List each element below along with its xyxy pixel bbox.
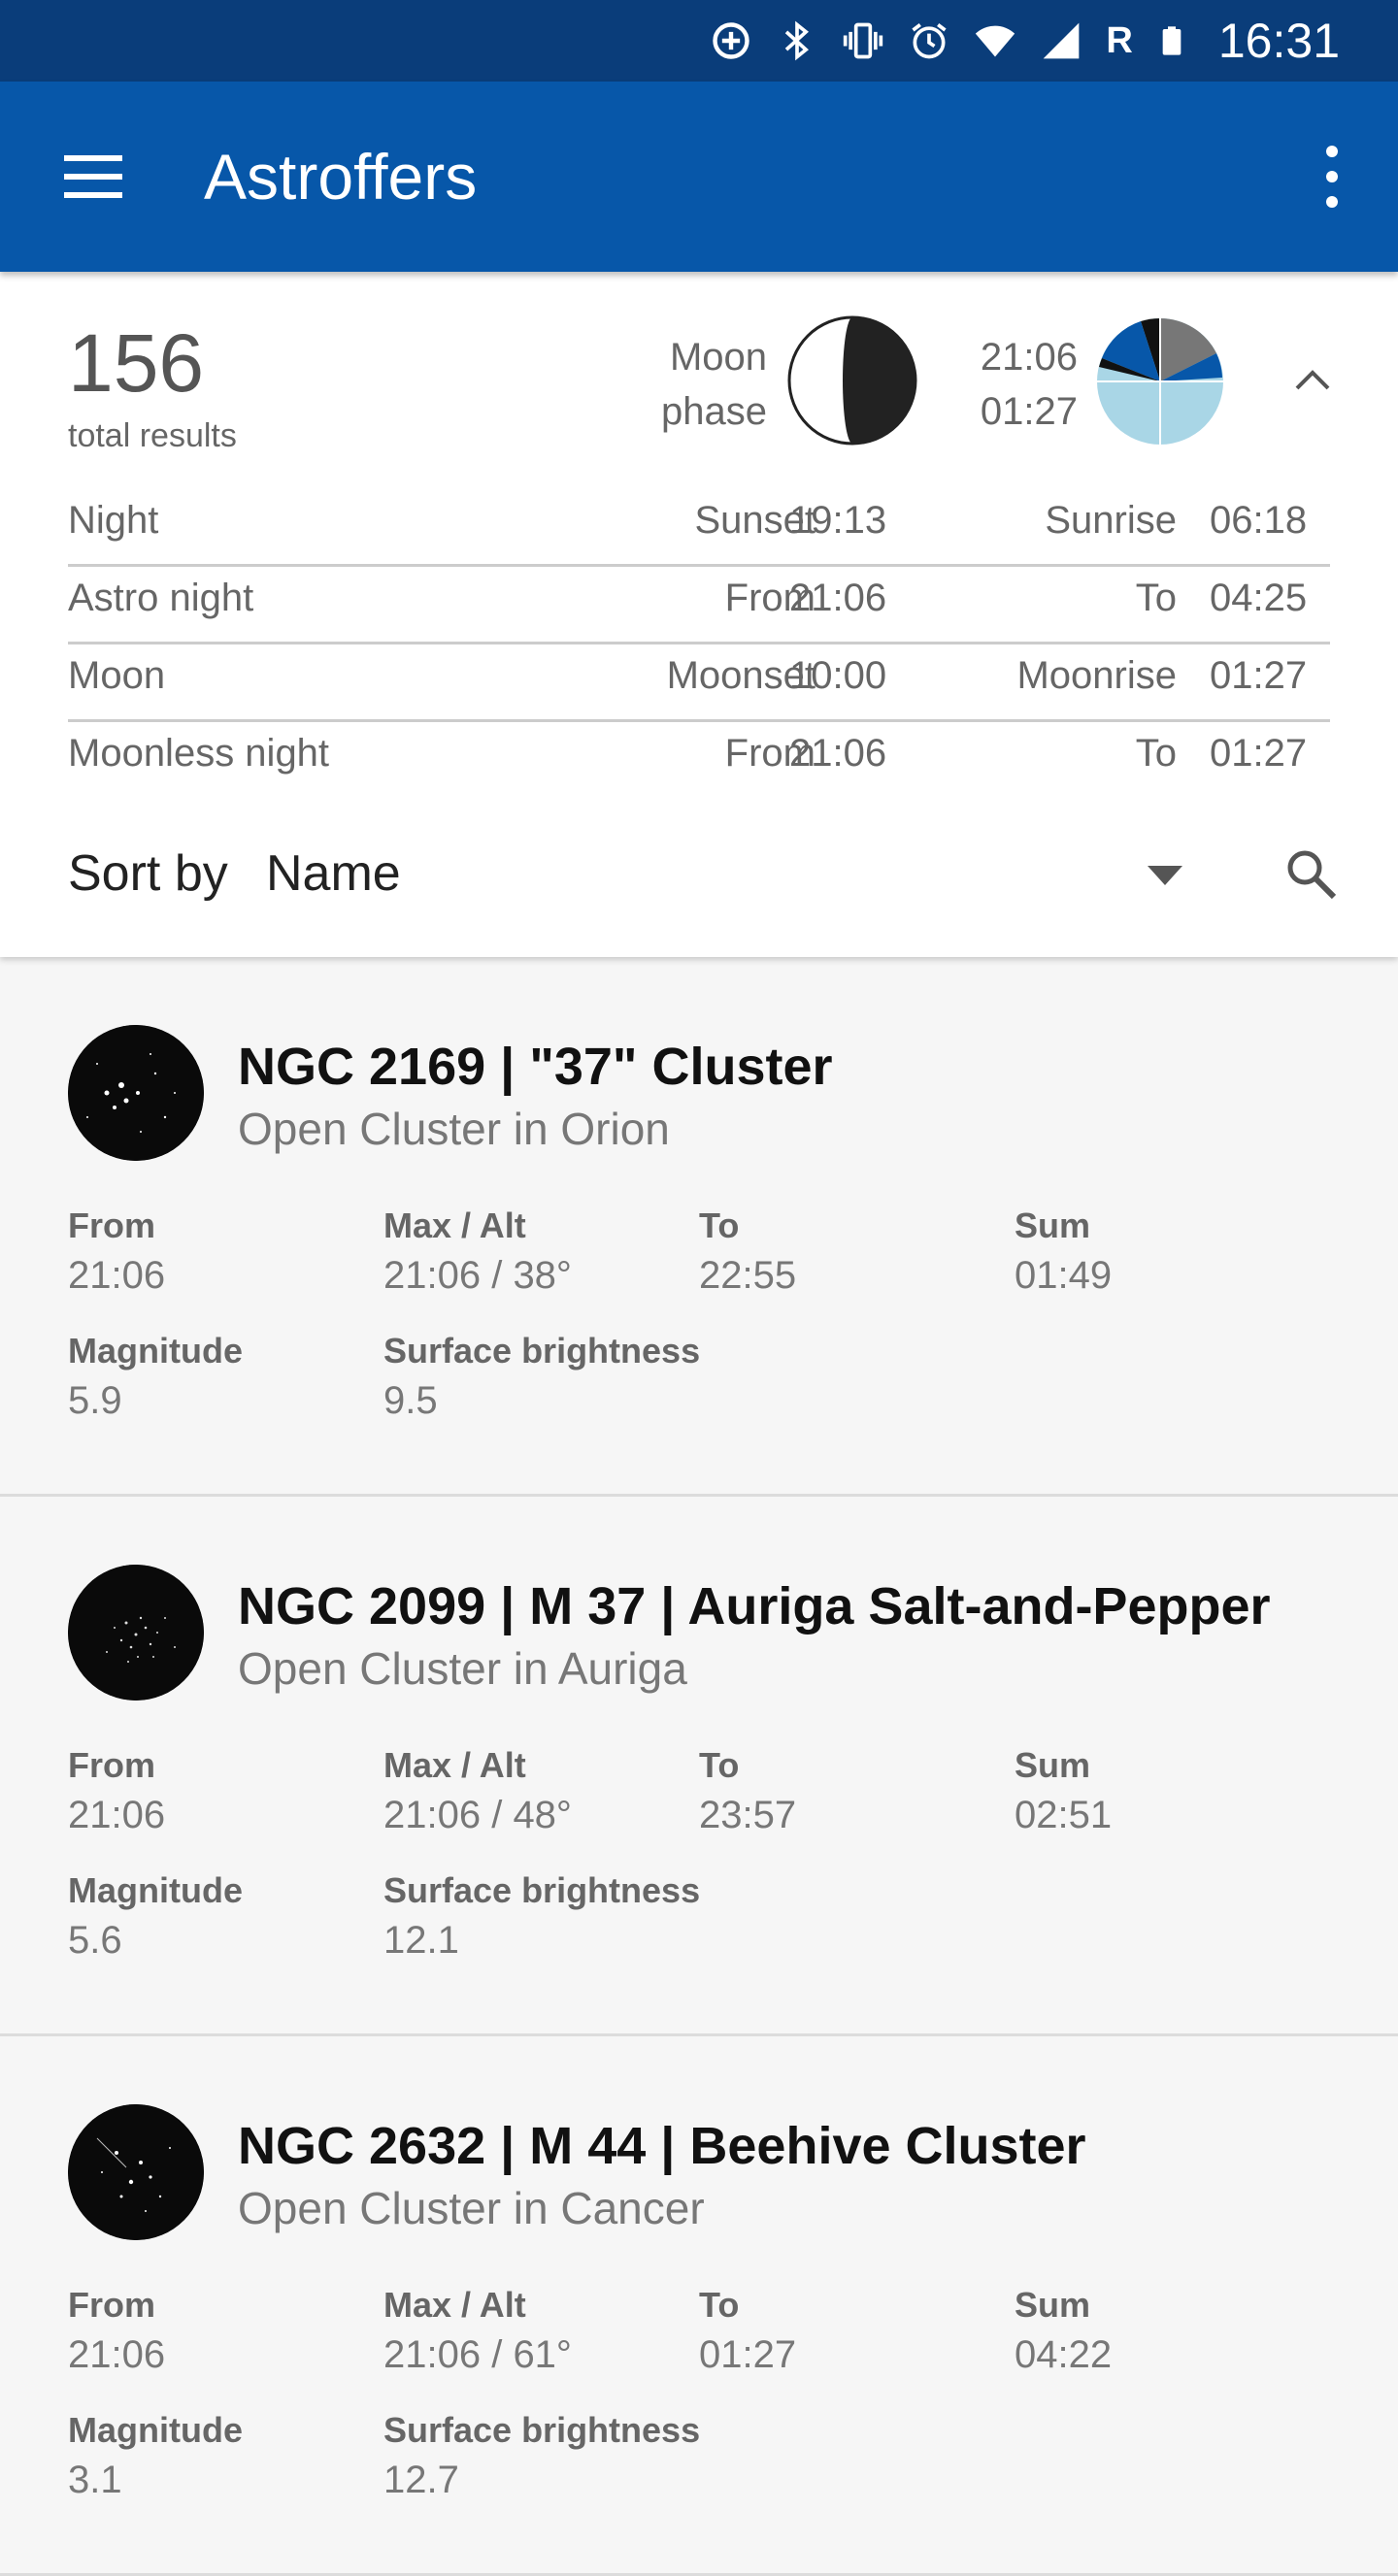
sort-bar: Sort by Name [0, 825, 1398, 922]
max-alt-label: Max / Alt [383, 1205, 526, 1245]
object-thumbnail [68, 1565, 204, 1701]
moon-phase-icon [787, 315, 917, 446]
night-info-table: Night Sunset 19:13 Sunrise 06:18 Astro n… [68, 489, 1330, 800]
data-saver-icon [713, 22, 750, 59]
surface-brightness-value: 9.5 [383, 1379, 438, 1422]
to-label: To [699, 1745, 740, 1785]
window-end-time: 01:27 [980, 390, 1078, 433]
alarm-icon [912, 23, 948, 59]
object-title: NGC 2169 | "37" Cluster [238, 1038, 833, 1096]
sort-by-label: Sort by [68, 845, 228, 902]
surface-brightness-label: Surface brightness [383, 1870, 701, 1910]
battery-icon [1162, 26, 1182, 55]
sum-value: 02:51 [1015, 1794, 1113, 1836]
clock: 16:31 [1217, 14, 1340, 68]
sum-value: 04:22 [1015, 2333, 1113, 2376]
to-value: 01:27 [699, 2333, 797, 2376]
magnitude-label: Magnitude [68, 1331, 243, 1371]
to-value: 23:57 [699, 1794, 797, 1836]
info-row-moonless-night: Moonless night From 21:06 To 01:27 [68, 732, 1308, 775]
from-label: From [68, 1205, 155, 1245]
dropdown-arrow-icon[interactable] [1146, 864, 1184, 887]
surface-brightness-label: Surface brightness [383, 2410, 701, 2450]
collapse-chevron-icon[interactable] [1291, 359, 1334, 402]
from-value: 21:06 [68, 1794, 166, 1836]
object-thumbnail [68, 2104, 204, 2240]
moon-phase-label: Moon phase [661, 336, 767, 433]
total-results-label: total results [68, 417, 237, 454]
sum-value: 01:49 [1015, 1254, 1113, 1297]
results-list: NGC 2169 | "37" Cluster Open Cluster in … [0, 957, 1398, 2576]
surface-brightness-label: Surface brightness [383, 1331, 701, 1371]
total-results-count: 156 [68, 317, 205, 409]
vibrate-icon [844, 22, 883, 59]
signal-icon [1044, 22, 1080, 59]
to-label: To [699, 1205, 740, 1245]
to-label: To [699, 2285, 740, 2325]
magnitude-value: 3.1 [68, 2459, 122, 2501]
app-title: Astroffers [204, 141, 478, 213]
info-row-night: Night Sunset 19:13 Sunrise 06:18 [68, 489, 1330, 567]
magnitude-label: Magnitude [68, 2410, 243, 2450]
window-start-time: 21:06 [980, 336, 1078, 379]
observation-window: 21:06 01:27 [932, 330, 1078, 439]
surface-brightness-value: 12.7 [383, 2459, 459, 2501]
result-card[interactable]: NGC 2099 | M 37 | Auriga Salt-and-Pepper… [0, 1497, 1398, 2036]
overflow-menu-icon[interactable] [1320, 140, 1344, 214]
info-row-astro-night: Astro night From 21:06 To 04:25 [68, 567, 1330, 644]
night-time-pie-icon [1097, 317, 1223, 445]
sum-label: Sum [1015, 1205, 1091, 1245]
magnitude-value: 5.9 [68, 1379, 122, 1422]
max-alt-value: 21:06 / 61° [383, 2333, 572, 2376]
bluetooth-icon [785, 20, 810, 61]
max-alt-label: Max / Alt [383, 1745, 526, 1785]
object-thumbnail [68, 1025, 204, 1161]
search-icon[interactable] [1283, 846, 1338, 901]
magnitude-value: 5.6 [68, 1919, 122, 1962]
info-row-moon: Moon Moonset 10:00 Moonrise 01:27 [68, 644, 1330, 722]
object-title: NGC 2099 | M 37 | Auriga Salt-and-Pepper [238, 1577, 1271, 1635]
app-bar: Astroffers [0, 82, 1398, 272]
from-label: From [68, 1745, 155, 1785]
sum-label: Sum [1015, 1745, 1091, 1785]
from-label: From [68, 2285, 155, 2325]
object-title: NGC 2632 | M 44 | Beehive Cluster [238, 2117, 1086, 2175]
result-card[interactable]: NGC 2632 | M 44 | Beehive Cluster Open C… [0, 2036, 1398, 2576]
menu-icon[interactable] [60, 151, 130, 202]
magnitude-label: Magnitude [68, 1870, 243, 1910]
sort-select[interactable]: Name [266, 844, 401, 903]
night-summary-panel: 156 total results Moon phase 21:06 01:27… [0, 272, 1398, 957]
object-subtitle: Open Cluster in Cancer [238, 2183, 705, 2233]
roaming-indicator: R [1106, 19, 1133, 61]
to-value: 22:55 [699, 1254, 797, 1297]
object-subtitle: Open Cluster in Orion [238, 1104, 670, 1154]
max-alt-value: 21:06 / 48° [383, 1794, 572, 1836]
max-alt-value: 21:06 / 38° [383, 1254, 572, 1297]
max-alt-label: Max / Alt [383, 2285, 526, 2325]
sum-label: Sum [1015, 2285, 1091, 2325]
wifi-icon [976, 25, 1015, 57]
from-value: 21:06 [68, 1254, 166, 1297]
surface-brightness-value: 12.1 [383, 1919, 459, 1962]
object-subtitle: Open Cluster in Auriga [238, 1643, 687, 1694]
result-card[interactable]: NGC 2169 | "37" Cluster Open Cluster in … [0, 957, 1398, 1497]
status-bar: R 16:31 [0, 0, 1398, 82]
from-value: 21:06 [68, 2333, 166, 2376]
